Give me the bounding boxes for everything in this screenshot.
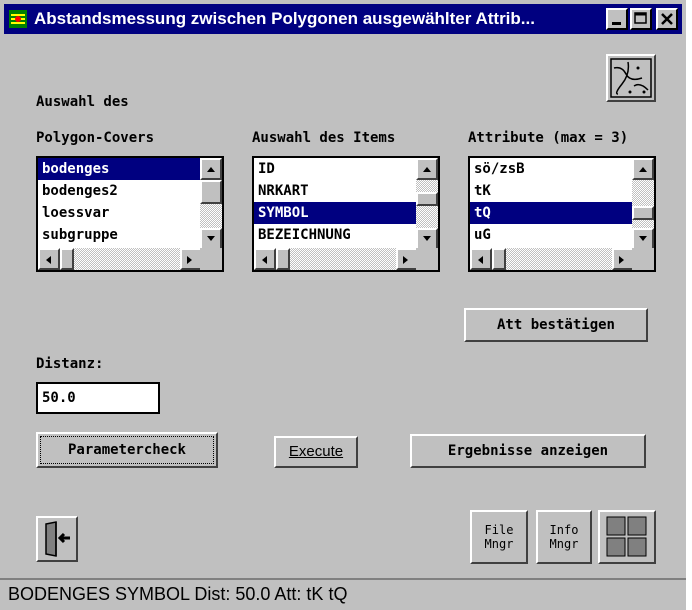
att-bestaetigen-button[interactable]: Att bestätigen [464, 308, 648, 342]
list-item[interactable]: tQ [470, 202, 634, 224]
map-button[interactable] [606, 54, 656, 102]
app-icon[interactable] [8, 9, 28, 29]
file-mngr-label-line1: File [484, 523, 514, 537]
list-item[interactable]: BEZEICHNUNG [254, 224, 418, 246]
list-item[interactable]: loessvar [38, 202, 202, 224]
file-mngr-button[interactable]: File Mngr [470, 510, 528, 564]
info-mngr-button[interactable]: Info Mngr [536, 510, 592, 564]
arrow-right-icon [187, 256, 192, 264]
items-listbox[interactable]: ID NRKART SYMBOL BEZEICHNUNG [252, 156, 440, 272]
items-list-items: ID NRKART SYMBOL BEZEICHNUNG [254, 158, 418, 250]
list-item[interactable]: ID [254, 158, 418, 180]
map-icon [610, 58, 652, 98]
covers-list-items: bodenges bodenges2 loessvar subgruppe [38, 158, 202, 250]
list-item[interactable]: bodenges [38, 158, 202, 180]
auswahl-des-label: Auswahl des [36, 94, 129, 110]
horizontal-scrollbar[interactable] [254, 248, 418, 270]
scroll-thumb[interactable] [416, 192, 438, 206]
arrow-up-icon [423, 167, 431, 172]
status-bar: BODENGES SYMBOL Dist: 50.0 Att: tK tQ [0, 578, 686, 610]
grid-icon [606, 516, 647, 557]
arrow-left-icon [262, 256, 267, 264]
info-mngr-label-line2: Mngr [549, 537, 579, 551]
list-item[interactable]: NRKART [254, 180, 418, 202]
file-mngr-label-line2: Mngr [484, 537, 514, 551]
arrow-left-icon [46, 256, 51, 264]
hscroll-thumb[interactable] [492, 248, 506, 270]
exit-button[interactable] [36, 516, 78, 562]
vertical-scrollbar[interactable] [632, 158, 654, 250]
parametercheck-button[interactable]: Parametercheck [36, 432, 218, 468]
exit-door-icon [45, 521, 70, 557]
scroll-corner [632, 248, 654, 270]
scroll-thumb[interactable] [200, 180, 222, 204]
title-bar[interactable]: Abstandsmessung zwischen Polygonen ausge… [4, 4, 682, 34]
vertical-scrollbar[interactable] [200, 158, 222, 250]
scroll-left-button[interactable] [470, 248, 492, 270]
scroll-down-button[interactable] [200, 228, 222, 250]
window-title: Abstandsmessung zwischen Polygonen ausge… [34, 9, 535, 28]
scroll-corner [200, 248, 222, 270]
scroll-up-button[interactable] [200, 158, 222, 180]
ergebnisse-anzeigen-button[interactable]: Ergebnisse anzeigen [410, 434, 646, 468]
list-item[interactable]: SYMBOL [254, 202, 418, 224]
minimize-button[interactable] [606, 8, 628, 30]
arrow-right-icon [619, 256, 624, 264]
scroll-up-button[interactable] [632, 158, 654, 180]
scroll-right-button[interactable] [396, 248, 418, 270]
attribute-listbox[interactable]: sö/zsB tK tQ uG [468, 156, 656, 272]
minimize-icon [612, 22, 621, 25]
list-item[interactable]: bodenges2 [38, 180, 202, 202]
scroll-right-button[interactable] [612, 248, 634, 270]
arrow-right-icon [403, 256, 408, 264]
main-window: Abstandsmessung zwischen Polygonen ausge… [0, 0, 686, 610]
distanz-input[interactable]: 50.0 [36, 382, 160, 414]
scroll-down-button[interactable] [632, 228, 654, 250]
horizontal-scrollbar[interactable] [470, 248, 634, 270]
close-button[interactable] [656, 8, 678, 30]
polygon-covers-label: Polygon-Covers [36, 130, 155, 146]
maximize-button[interactable] [630, 8, 652, 30]
list-item[interactable]: uG [470, 224, 634, 246]
arrow-down-icon [423, 236, 431, 241]
hscroll-thumb[interactable] [276, 248, 290, 270]
arrow-down-icon [207, 236, 215, 241]
scroll-down-button[interactable] [416, 228, 438, 250]
grid-button[interactable] [598, 510, 656, 564]
auswahl-items-label: Auswahl des Items [252, 130, 396, 146]
arrow-up-icon [207, 167, 215, 172]
vertical-scrollbar[interactable] [416, 158, 438, 250]
info-mngr-label-line1: Info [549, 523, 579, 537]
scroll-up-button[interactable] [416, 158, 438, 180]
list-item[interactable]: sö/zsB [470, 158, 634, 180]
maximize-icon [634, 12, 647, 24]
list-item[interactable]: tK [470, 180, 634, 202]
scroll-left-button[interactable] [254, 248, 276, 270]
attribute-label: Attribute (max = 3) [468, 130, 629, 146]
arrow-left-icon [478, 256, 483, 264]
distanz-label: Distanz: [36, 356, 104, 372]
attribute-list-items: sö/zsB tK tQ uG [470, 158, 634, 250]
polygon-covers-listbox[interactable]: bodenges bodenges2 loessvar subgruppe [36, 156, 224, 272]
close-icon [661, 13, 673, 25]
horizontal-scrollbar[interactable] [38, 248, 202, 270]
execute-button[interactable]: Execute [274, 436, 358, 468]
list-item[interactable]: subgruppe [38, 224, 202, 246]
scroll-right-button[interactable] [180, 248, 202, 270]
scroll-left-button[interactable] [38, 248, 60, 270]
scroll-corner [416, 248, 438, 270]
hscroll-thumb[interactable] [60, 248, 74, 270]
arrow-down-icon [639, 236, 647, 241]
arrow-up-icon [639, 167, 647, 172]
scroll-thumb[interactable] [632, 206, 654, 220]
